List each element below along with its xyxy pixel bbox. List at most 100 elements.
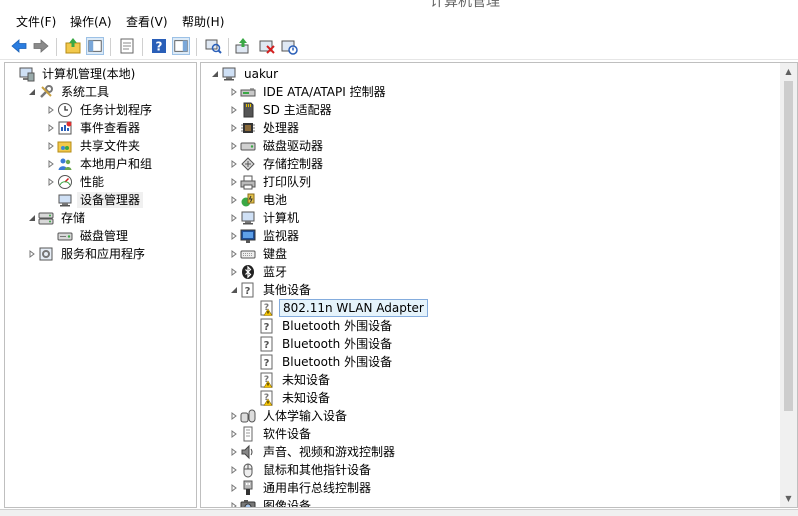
collapsed-arrow-icon[interactable] — [228, 209, 240, 227]
tree-node-speaker[interactable]: 声音、视频和游戏控制器 — [228, 443, 398, 461]
expanded-arrow-icon[interactable] — [228, 281, 240, 299]
tree-node-storage-controller[interactable]: 存储控制器 — [228, 155, 326, 173]
tree-node-bluetooth[interactable]: 蓝牙 — [228, 263, 290, 281]
menu-file[interactable]: 文件(F) — [14, 13, 58, 30]
collapsed-arrow-icon[interactable] — [228, 425, 240, 443]
collapsed-arrow-icon[interactable] — [228, 155, 240, 173]
tree-node-hid[interactable]: 人体学输入设备 — [228, 407, 350, 425]
tree-node-unknown-device[interactable]: ? Bluetooth 外围设备 — [247, 353, 395, 371]
menu-help[interactable]: 帮助(H) — [180, 13, 226, 30]
collapsed-arrow-icon[interactable] — [228, 497, 240, 507]
collapsed-arrow-icon[interactable] — [45, 155, 57, 173]
tree-node-system-tools[interactable]: 系统工具 — [26, 83, 112, 101]
tree-node-storage[interactable]: 存储 — [26, 209, 88, 227]
collapsed-arrow-icon[interactable] — [228, 227, 240, 245]
update-driver-button[interactable] — [234, 37, 252, 55]
tree-node-shared-folder[interactable]: 共享文件夹 — [45, 137, 143, 155]
tree-node-disk-management[interactable]: 磁盘管理 — [45, 227, 131, 245]
menu-view[interactable]: 查看(V) — [124, 13, 170, 30]
tree-node-processor[interactable]: 处理器 — [228, 119, 302, 137]
collapsed-arrow-icon[interactable] — [228, 119, 240, 137]
toolbar-separator — [228, 38, 229, 56]
services-icon — [38, 246, 54, 262]
show-hide-tree-button[interactable] — [86, 37, 104, 55]
tree-node-device-manager[interactable]: 设备管理器 — [45, 191, 144, 209]
tree-node-label: 计算机管理(本地) — [42, 67, 136, 81]
tree-node-unknown-device[interactable]: ? Bluetooth 外围设备 — [247, 317, 395, 335]
tree-node-label: 鼠标和其他指针设备 — [263, 463, 372, 477]
collapsed-arrow-icon[interactable] — [228, 443, 240, 461]
tree-node-disk-drive[interactable]: 磁盘驱动器 — [228, 137, 326, 155]
tree-node-label: 性能 — [80, 175, 105, 189]
tree-node-keyboard[interactable]: 键盘 — [228, 245, 290, 263]
tree-node-warning-device[interactable]: ? 未知设备 — [247, 389, 333, 407]
collapsed-arrow-icon[interactable] — [45, 119, 57, 137]
unknown-device-icon: ? — [259, 318, 275, 334]
toolbar-separator — [110, 38, 111, 56]
collapsed-arrow-icon[interactable] — [45, 173, 57, 191]
uninstall-device-button[interactable] — [258, 37, 276, 55]
tree-node-warning-device[interactable]: ? 未知设备 — [247, 371, 333, 389]
scroll-down-arrow-icon[interactable]: ▼ — [780, 490, 797, 507]
scroll-up-arrow-icon[interactable]: ▲ — [780, 63, 797, 80]
collapsed-arrow-icon[interactable] — [228, 263, 240, 281]
collapsed-arrow-icon[interactable] — [228, 137, 240, 155]
tree-node-usb[interactable]: 通用串行总线控制器 — [228, 479, 374, 497]
properties-icon — [120, 38, 134, 54]
tree-node-label: 蓝牙 — [263, 265, 288, 279]
tree-node-computer-management[interactable]: 计算机管理(本地) — [7, 65, 138, 83]
tree-node-performance-gauge[interactable]: 性能 — [45, 173, 107, 191]
forward-button[interactable] — [32, 37, 50, 55]
toolbar-separator — [196, 38, 197, 56]
collapsed-arrow-icon[interactable] — [26, 245, 38, 263]
expanded-arrow-icon[interactable] — [26, 209, 38, 227]
collapsed-arrow-icon[interactable] — [228, 245, 240, 263]
tree-node-computer[interactable]: uakur — [209, 65, 281, 83]
expanded-arrow-icon[interactable] — [209, 65, 221, 83]
up-button[interactable] — [64, 37, 82, 55]
disk-management-icon — [57, 228, 73, 244]
tree-node-unknown-device[interactable]: ? 其他设备 — [228, 281, 314, 299]
tree-node-sd-adapter[interactable]: SD 主适配器 — [228, 101, 335, 119]
tree-node-battery[interactable]: 电池 — [228, 191, 290, 209]
tree-node-unknown-device[interactable]: ? Bluetooth 外围设备 — [247, 335, 395, 353]
tree-node-software-device[interactable]: 软件设备 — [228, 425, 314, 443]
collapsed-arrow-icon[interactable] — [228, 191, 240, 209]
tree-node-users[interactable]: 本地用户和组 — [45, 155, 155, 173]
tree-node-label: 软件设备 — [263, 427, 312, 441]
tree-node-services[interactable]: 服务和应用程序 — [26, 245, 148, 263]
tree-node-label: 电池 — [263, 193, 288, 207]
collapsed-arrow-icon[interactable] — [228, 101, 240, 119]
tree-node-computer[interactable]: 计算机 — [228, 209, 302, 227]
disable-device-button[interactable] — [280, 37, 298, 55]
camera-icon — [240, 498, 256, 507]
scrollbar-thumb[interactable] — [784, 81, 793, 411]
tree-node-event-viewer[interactable]: 事件查看器 — [45, 119, 143, 137]
menu-action[interactable]: 操作(A) — [68, 13, 114, 30]
tree-node-warning-device[interactable]: ? 802.11n WLAN Adapter — [247, 299, 428, 317]
back-button[interactable] — [10, 37, 28, 55]
collapsed-arrow-icon[interactable] — [228, 83, 240, 101]
tree-node-label: 通用串行总线控制器 — [263, 481, 372, 495]
tree-node-monitor[interactable]: 监视器 — [228, 227, 302, 245]
expanded-arrow-icon[interactable] — [26, 83, 38, 101]
tree-node-clock[interactable]: 任务计划程序 — [45, 101, 155, 119]
menu-bar: 文件(F) 操作(A) 查看(V) 帮助(H) — [0, 8, 798, 34]
vertical-scrollbar[interactable]: ▲ ▼ — [780, 63, 797, 507]
tree-node-camera[interactable]: 图像设备 — [228, 497, 314, 507]
tree-node-mouse[interactable]: 鼠标和其他指针设备 — [228, 461, 374, 479]
action-pane-button[interactable] — [172, 37, 190, 55]
collapsed-arrow-icon[interactable] — [228, 461, 240, 479]
tree-node-printer[interactable]: 打印队列 — [228, 173, 314, 191]
tree-node-ide-controller[interactable]: IDE ATA/ATAPI 控制器 — [228, 83, 389, 101]
collapsed-arrow-icon[interactable] — [45, 101, 57, 119]
collapsed-arrow-icon[interactable] — [228, 479, 240, 497]
collapsed-arrow-icon[interactable] — [228, 407, 240, 425]
scan-hardware-button[interactable] — [204, 37, 222, 55]
properties-button[interactable] — [118, 37, 136, 55]
collapsed-arrow-icon[interactable] — [228, 173, 240, 191]
collapsed-arrow-icon[interactable] — [45, 137, 57, 155]
help-button[interactable]: ? — [150, 37, 168, 55]
